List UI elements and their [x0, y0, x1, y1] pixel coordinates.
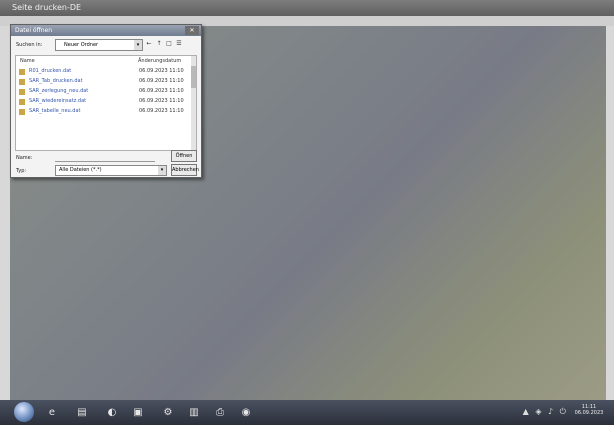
- document-icon[interactable]: ▥: [182, 403, 206, 422]
- file-icon: [19, 109, 25, 115]
- cancel-button[interactable]: Abbrechen: [171, 164, 199, 176]
- list-item[interactable]: R01_drucken.dat 06.09.2023 11:10: [19, 68, 187, 76]
- file-icon: [19, 99, 25, 105]
- app-icon[interactable]: ▣: [126, 403, 150, 422]
- file-icon: [19, 79, 25, 85]
- close-button[interactable]: ✕: [185, 26, 199, 35]
- settings-icon[interactable]: ⚙: [156, 403, 180, 422]
- list-item[interactable]: SAR_tabelle_neu.dat 06.09.2023 11:10: [19, 108, 187, 116]
- app-titlebar: Seite drucken-DE: [0, 0, 614, 16]
- open-button[interactable]: Öffnen: [171, 150, 197, 162]
- file-type-label: Typ:: [16, 168, 27, 174]
- file-list[interactable]: Name Änderungsdatum R01_drucken.dat 06.0…: [15, 55, 197, 151]
- browser-icon[interactable]: e: [40, 403, 64, 422]
- new-folder-icon[interactable]: □: [165, 40, 173, 48]
- open-file-dialog: Datei öffnen ✕ Suchen in: Neuer Ordner ▾…: [10, 24, 202, 178]
- close-icon: ✕: [189, 27, 195, 34]
- chevron-down-icon: ▾: [134, 40, 142, 50]
- up-folder-icon[interactable]: ↑: [155, 40, 163, 48]
- list-item[interactable]: SAR_wiedereinsatz.dat 06.09.2023 11:10: [19, 98, 187, 106]
- system-tray[interactable]: ▲ ◈ ♪ ⏻: [523, 407, 568, 417]
- app-title: Seite drucken-DE: [12, 3, 82, 12]
- media-icon[interactable]: ◐: [100, 403, 124, 422]
- list-item[interactable]: SAR_zerlegung_neu.dat 06.09.2023 11:10: [19, 88, 187, 96]
- column-header-name[interactable]: Name: [20, 58, 35, 64]
- file-name-input[interactable]: [55, 153, 155, 162]
- view-menu-icon[interactable]: ☰: [175, 40, 183, 48]
- search-in-dropdown[interactable]: Neuer Ordner ▾: [55, 39, 143, 51]
- active-app-icon[interactable]: ◉: [234, 403, 258, 422]
- chevron-down-icon: ▾: [158, 166, 166, 175]
- print-icon[interactable]: ⎙: [208, 403, 232, 422]
- column-header-date[interactable]: Änderungsdatum: [138, 58, 181, 64]
- clock[interactable]: 11:11 06.09.2023: [570, 404, 608, 416]
- scrollbar-thumb[interactable]: [191, 66, 196, 88]
- app-left-frame: [0, 26, 10, 400]
- taskbar: e ▤ ◐ ▣ ⚙ ▥ ⎙ ◉ ▲ ◈ ♪ ⏻ 11:11 06.09.2023: [0, 400, 614, 425]
- search-in-label: Suchen in:: [16, 42, 43, 48]
- search-in-value: Neuer Ordner: [64, 42, 99, 48]
- start-button[interactable]: [14, 402, 34, 422]
- dialog-title: Datei öffnen: [15, 27, 53, 34]
- app-right-frame: [606, 26, 614, 400]
- folder-icon[interactable]: ▤: [70, 403, 94, 422]
- list-scrollbar[interactable]: [191, 56, 196, 150]
- back-icon[interactable]: ←: [145, 40, 153, 48]
- file-type-dropdown[interactable]: Alle Dateien (*.*) ▾: [55, 165, 167, 176]
- clock-date: 06.09.2023: [574, 410, 604, 416]
- file-type-value: Alle Dateien (*.*): [59, 167, 102, 173]
- file-icon: [19, 89, 25, 95]
- file-name-label: Name:: [16, 155, 33, 161]
- list-item[interactable]: SAR_Tab_drucken.dat 06.09.2023 11:10: [19, 78, 187, 86]
- dialog-titlebar: Datei öffnen ✕: [11, 25, 201, 36]
- file-icon: [19, 69, 25, 75]
